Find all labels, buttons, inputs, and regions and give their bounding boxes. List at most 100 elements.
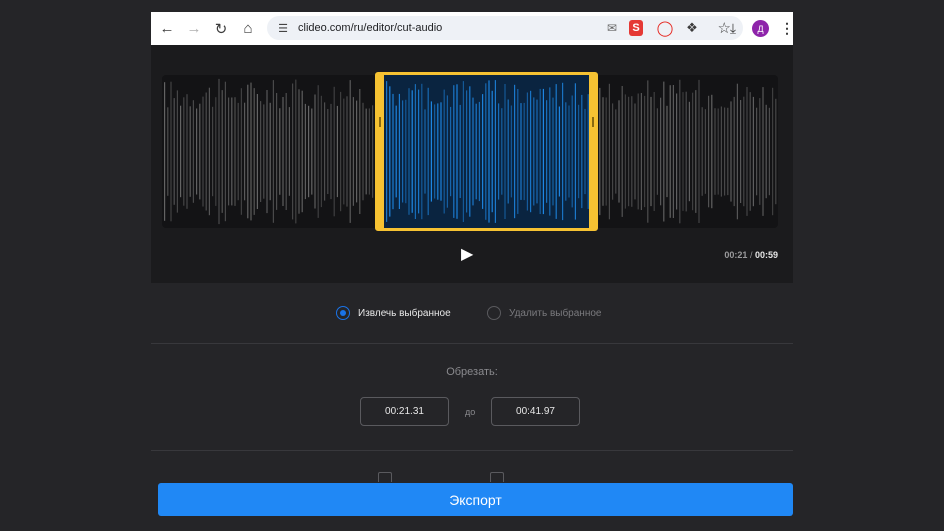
right-handle-grip[interactable] [592, 117, 594, 127]
waveform-bar [405, 99, 407, 204]
waveform-bar [708, 95, 710, 208]
trim-end-input[interactable]: 00:41.97 [491, 397, 580, 426]
waveform-bar [666, 105, 668, 198]
url-text[interactable]: clideo.com/ru/editor/cut-audio [298, 22, 442, 34]
waveform-bar [523, 102, 525, 201]
waveform-bar [402, 100, 404, 203]
waveform-bar [260, 101, 262, 202]
waveform-bar [618, 100, 620, 203]
extract-radio[interactable] [336, 306, 350, 320]
download-icon[interactable]: ⤓ [724, 19, 742, 37]
extract-label[interactable]: Извлечь выбранное [358, 308, 451, 319]
waveform-bar [733, 96, 735, 207]
waveform-bar [269, 102, 271, 201]
waveform-bar [186, 94, 188, 209]
waveform-bar [301, 90, 303, 213]
delete-radio[interactable] [487, 306, 501, 320]
export-button[interactable]: Экспорт [158, 483, 793, 516]
waveform-bar [647, 80, 649, 223]
reload-icon[interactable]: ↻ [210, 18, 232, 40]
waveform-bar [536, 99, 538, 204]
waveform-bar [240, 88, 242, 215]
forward-arrow-icon[interactable]: → [183, 18, 205, 40]
delete-label[interactable]: Удалить выбранное [509, 308, 601, 319]
waveform-bar [224, 81, 226, 222]
duration: 00:59 [754, 250, 778, 260]
waveform-bar [424, 109, 426, 194]
waveform-bar [634, 103, 636, 200]
waveform-bar [349, 80, 351, 223]
left-handle-grip[interactable] [379, 117, 381, 127]
fade-out-checkbox[interactable] [490, 472, 504, 482]
waveform-bar [679, 79, 681, 224]
waveform-bar [392, 93, 394, 210]
waveform-bar [498, 103, 500, 200]
extensions-puzzle-icon[interactable]: ❖ [683, 19, 701, 37]
waveform-bar [759, 98, 761, 205]
waveform-bar [266, 90, 268, 214]
waveform-bar [330, 103, 332, 200]
waveform-bar [555, 84, 557, 219]
waveform-bar [199, 103, 201, 200]
waveform-bar [510, 105, 512, 198]
waveform-bar [440, 102, 442, 201]
browser-toolbar: ← → ↻ ⌂ ☰ clideo.com/ru/editor/cut-audio… [151, 12, 796, 45]
waveform-bar [581, 94, 583, 209]
waveform-bar [485, 83, 487, 220]
waveform-bar [730, 101, 732, 202]
s-extension-icon[interactable]: S [629, 20, 643, 36]
waveform-bar [192, 100, 194, 203]
waveform-bar [202, 96, 204, 207]
selection-range[interactable] [375, 72, 598, 231]
waveform-bar [624, 94, 626, 209]
play-icon[interactable]: ▶ [461, 246, 477, 264]
menu-kebab-icon[interactable]: ⋮ [778, 19, 796, 37]
waveform-bar [704, 109, 706, 194]
waveform-bar [212, 106, 214, 197]
waveform-bar [437, 103, 439, 200]
waveform-bar [462, 81, 464, 222]
waveform-bar [578, 104, 580, 199]
waveform-bar [602, 97, 604, 206]
waveform-bar [446, 95, 448, 208]
waveform-bar [288, 107, 290, 196]
waveform-bar [746, 87, 748, 216]
waveform-bar [514, 84, 516, 219]
trim-label: Обрезать: [446, 366, 498, 378]
waveform-bar [208, 87, 210, 216]
waveform-bar [443, 89, 445, 214]
waveform-bar [215, 97, 217, 206]
waveform-bar [644, 95, 646, 208]
fade-in-checkbox[interactable] [378, 472, 392, 482]
waveform-bar [491, 90, 493, 213]
time-separator: / [749, 250, 753, 260]
waveform-bar [343, 98, 345, 205]
waveform-bar [727, 107, 729, 196]
waveform-bar [320, 95, 322, 208]
waveform-bar [517, 89, 519, 214]
waveform-selected [386, 80, 589, 223]
waveform-bar [314, 94, 316, 209]
waveform-bar [317, 85, 319, 218]
waveform-bar [714, 108, 716, 195]
waveform-bar [336, 105, 338, 198]
profile-avatar[interactable]: Д [752, 20, 769, 37]
opera-icon[interactable]: ◯ [656, 19, 674, 37]
site-settings-icon[interactable]: ☰ [274, 22, 292, 35]
waveform-bar [488, 80, 490, 223]
waveform-bar [176, 90, 178, 213]
delete-option[interactable]: Удалить выбранное [487, 306, 601, 320]
waveform-bar [599, 87, 601, 216]
mail-icon[interactable]: ✉ [603, 19, 621, 37]
home-icon[interactable]: ⌂ [237, 18, 259, 40]
waveform-bar [459, 104, 461, 198]
waveform-bar [333, 86, 335, 217]
trim-start-input[interactable]: 00:21.31 [360, 397, 449, 426]
waveform-bar [231, 97, 233, 206]
extract-option[interactable]: Извлечь выбранное [336, 306, 451, 320]
waveform-bar [304, 103, 306, 200]
waveform-bar [558, 106, 560, 197]
waveform-bar [640, 93, 642, 210]
back-arrow-icon[interactable]: ← [156, 18, 178, 40]
waveform-bar [183, 97, 185, 206]
